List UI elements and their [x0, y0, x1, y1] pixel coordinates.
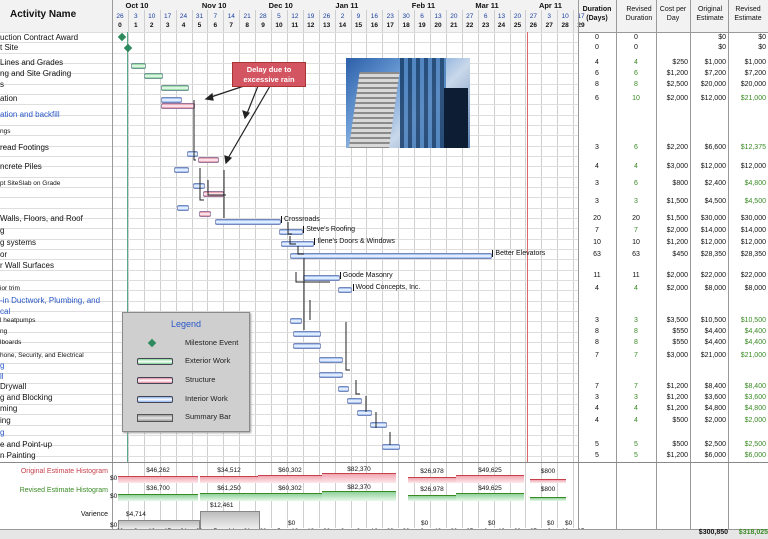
revised-histogram-bar — [258, 492, 322, 501]
variance-value: $0 — [547, 520, 555, 527]
original-histogram-bar — [200, 476, 258, 483]
revised-histogram-label: Revised Estimate Histogram — [19, 487, 108, 494]
variance-value: $0 — [488, 520, 496, 527]
revised-histogram-value: $36,700 — [146, 485, 170, 493]
revised-histogram-value: $26,978 — [420, 485, 444, 493]
original-histogram-value: $82,370 — [347, 466, 371, 474]
variance-bar — [200, 511, 260, 531]
legend-item-label: Milestone Event — [185, 338, 239, 347]
legend-title: Legend — [170, 319, 202, 329]
original-histogram-value: $60,302 — [278, 466, 302, 474]
zero-label: $0 — [110, 475, 118, 482]
revised-histogram-value: $60,302 — [278, 484, 302, 492]
legend-structure-swatch — [137, 377, 173, 384]
revised-histogram-bar — [408, 495, 456, 501]
original-histogram-value: $49,625 — [478, 467, 502, 474]
total-revised: $318,025 — [738, 529, 768, 536]
original-histogram-bar — [408, 477, 456, 483]
variance-value: $0 — [288, 520, 296, 527]
revised-histogram-bar — [530, 496, 566, 501]
revised-histogram-value: $61,250 — [217, 484, 241, 492]
annotation-text: Delay due to excessive rain — [243, 65, 295, 84]
legend-item-label: Interior Work — [185, 394, 228, 403]
legend-exterior-swatch — [137, 358, 173, 365]
original-histogram-bar — [322, 473, 396, 483]
original-histogram-bar — [456, 475, 524, 483]
original-histogram-bar — [118, 475, 198, 483]
building-photo — [346, 58, 470, 148]
total-original: $300,850 — [698, 529, 728, 536]
legend-item-label: Structure — [185, 375, 216, 384]
zero-label: $0 — [110, 493, 118, 500]
variance-value: $12,461 — [210, 502, 234, 509]
revised-histogram-value: $49,625 — [478, 485, 502, 492]
revised-histogram-bar — [200, 492, 258, 501]
variance-label: Varience — [80, 511, 108, 518]
variance-value: $4,714 — [126, 510, 146, 518]
legend-item-label: Summary Bar — [185, 412, 231, 421]
histogram-top-rule — [0, 462, 768, 463]
original-histogram-value: $800 — [540, 468, 556, 476]
original-histogram-label: Original Estimate Histogram — [20, 468, 108, 475]
zero-label: $0 — [110, 522, 118, 529]
revised-histogram-bar — [456, 493, 524, 501]
legend-item-label: Exterior Work — [185, 356, 231, 365]
original-histogram-value: $34,512 — [217, 467, 241, 475]
revised-histogram-value: $82,370 — [347, 484, 371, 492]
original-histogram-value: $46,262 — [146, 467, 170, 475]
legend-summary-swatch — [137, 414, 173, 422]
revised-histogram-value: $800 — [540, 486, 556, 494]
original-histogram-value: $26,978 — [420, 467, 444, 475]
legend-interior-swatch — [137, 396, 173, 403]
annotation-box: Delay due to excessive rain — [232, 62, 306, 87]
original-histogram-bar — [530, 478, 566, 483]
variance-value: $0 — [421, 520, 429, 527]
revised-histogram-bar — [322, 491, 396, 501]
variance-value: $0 — [565, 520, 573, 527]
legend-milestone-swatch — [147, 338, 157, 348]
legend-panel: Legend Milestone Event Exterior Work Struc… — [122, 312, 250, 432]
original-histogram-bar — [258, 474, 322, 483]
revised-histogram-bar — [118, 494, 198, 501]
